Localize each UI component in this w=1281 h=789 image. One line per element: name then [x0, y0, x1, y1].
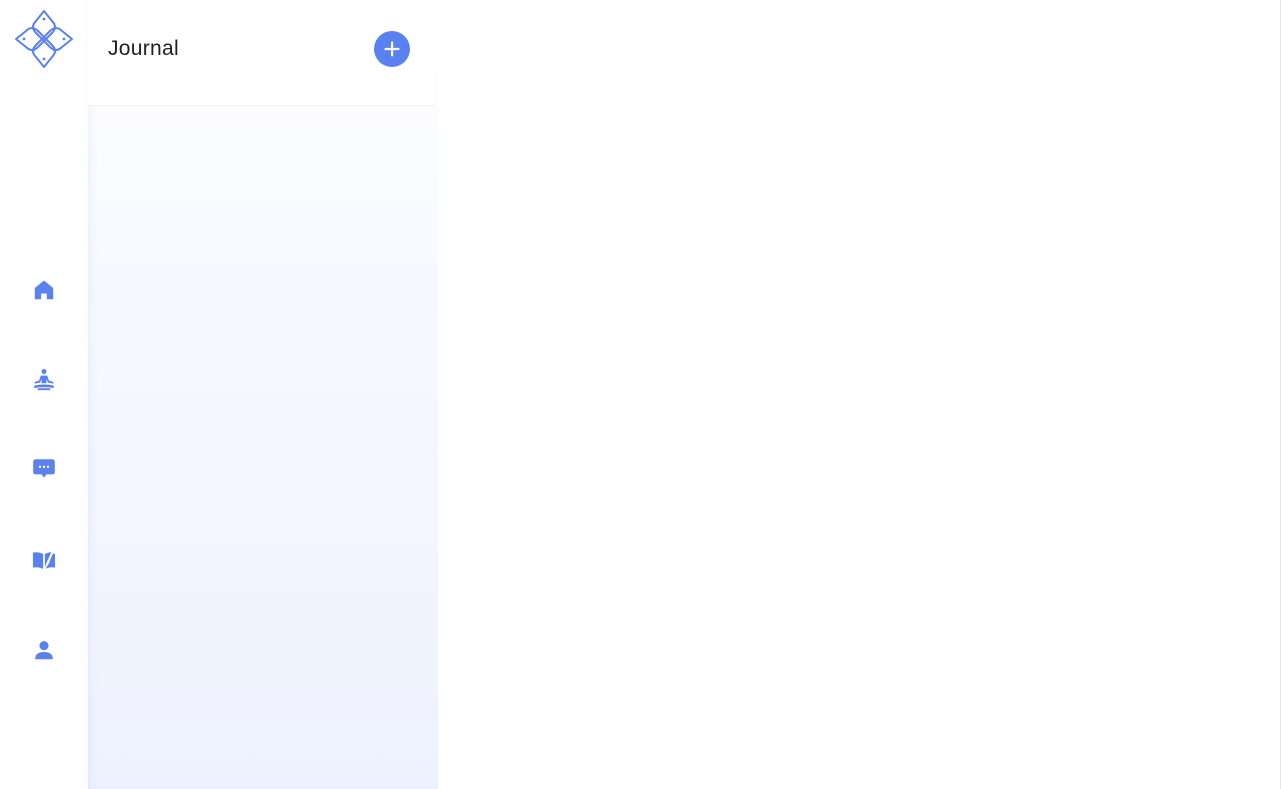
journal-panel: Journal — [88, 0, 438, 789]
four-petal-logo-icon[interactable] — [14, 9, 74, 69]
nav-item-journal[interactable] — [22, 538, 66, 582]
journal-content-area — [438, 0, 1281, 789]
add-journal-entry-button[interactable] — [374, 31, 410, 67]
nav-item-profile[interactable] — [22, 628, 66, 672]
person-icon — [35, 641, 53, 660]
nav-item-home[interactable] — [22, 268, 66, 312]
sidebar-rail — [0, 0, 88, 789]
home-icon — [34, 280, 54, 300]
app-window: Journal — [0, 0, 1281, 789]
meditation-icon — [34, 369, 54, 391]
chat-bubble-icon — [33, 459, 55, 478]
journal-panel-header: Journal — [88, 0, 434, 106]
open-book-icon — [32, 552, 56, 569]
plus-icon — [384, 41, 400, 57]
nav-item-meditation[interactable] — [22, 358, 66, 402]
page-title: Journal — [108, 37, 179, 60]
nav-item-chat[interactable] — [22, 447, 66, 491]
